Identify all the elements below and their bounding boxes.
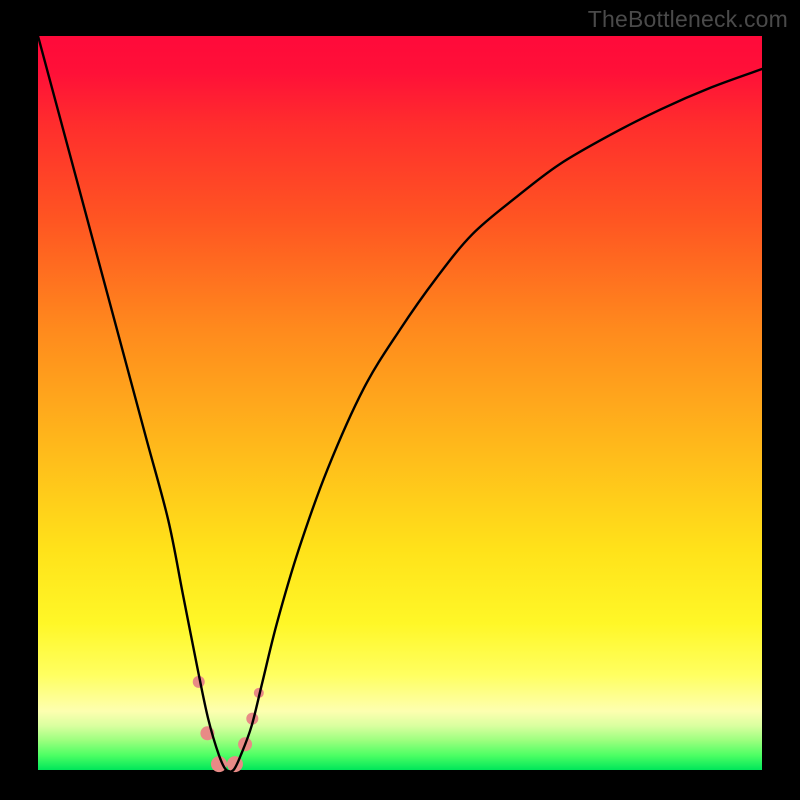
plot-background bbox=[38, 36, 762, 770]
chart-frame: TheBottleneck.com bbox=[0, 0, 800, 800]
watermark-text: TheBottleneck.com bbox=[588, 6, 788, 33]
